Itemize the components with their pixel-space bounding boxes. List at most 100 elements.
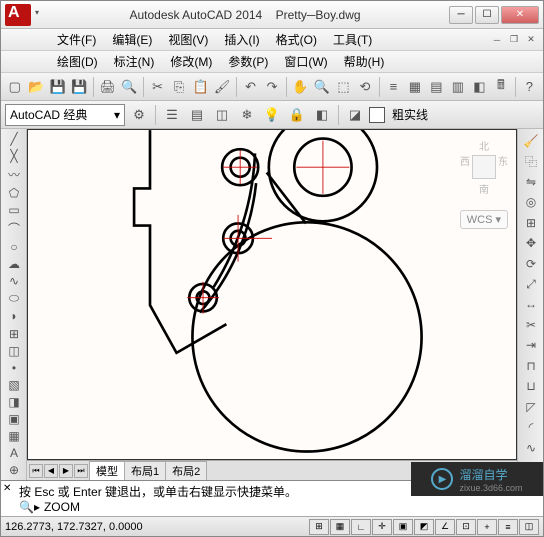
grid-icon[interactable]: ▦ [330,519,350,535]
command-line[interactable]: ✕ 按 Esc 或 Enter 键退出，或单击右键显示快捷菜单。 🔍▸ ZOOM… [1,480,543,516]
line-icon[interactable]: ╱ [3,131,25,147]
snap-icon[interactable]: ⊞ [309,519,329,535]
gradient-icon[interactable]: ◨ [3,394,25,410]
array-icon[interactable]: ⊞ [520,213,542,232]
layer-match-icon[interactable]: ◧ [311,104,333,126]
tab-first-icon[interactable]: ⏮ [29,464,43,478]
table-icon[interactable]: ▦ [3,428,25,444]
spline-icon[interactable]: ∿ [3,273,25,289]
wcs-indicator[interactable]: WCS ▾ [460,210,508,229]
scale-icon[interactable]: ⤢ [520,274,542,293]
menu-tools[interactable]: 工具(T) [325,29,380,50]
toolpalette-icon[interactable]: ▤ [427,76,447,98]
minimize-button[interactable]: ─ [449,6,473,24]
layer-lock-icon[interactable]: 🔒 [286,104,308,126]
paste-icon[interactable]: 📋 [191,76,211,98]
extend-icon[interactable]: ⇥ [520,336,542,355]
app-logo-icon[interactable] [5,4,31,26]
rectangle-icon[interactable]: ▭ [3,202,25,218]
cut-icon[interactable]: ✂ [148,76,168,98]
tab-layout1[interactable]: 布局1 [124,461,166,480]
saveas-icon[interactable]: 💾 [70,76,90,98]
save-icon[interactable]: 💾 [48,76,68,98]
3dosnap-icon[interactable]: ◩ [414,519,434,535]
preview-icon[interactable]: 🔍 [119,76,139,98]
calc-icon[interactable]: 🖩 [491,76,511,98]
arc-icon[interactable]: ⌒ [3,219,25,238]
menu-dimension[interactable]: 标注(N) [106,51,163,72]
tab-next-icon[interactable]: ▶ [59,464,73,478]
move-icon[interactable]: ✥ [520,233,542,252]
lwt-icon[interactable]: ≡ [498,519,518,535]
tab-prev-icon[interactable]: ◀ [44,464,58,478]
plot-icon[interactable]: 🖨 [98,76,118,98]
help-icon[interactable]: ? [520,76,540,98]
ducs-icon[interactable]: ⊡ [456,519,476,535]
layer-icon[interactable]: ☰ [161,104,183,126]
zoom-prev-icon[interactable]: ⟲ [355,76,375,98]
menu-window[interactable]: 窗口(W) [276,51,335,72]
rotate-icon[interactable]: ⟳ [520,254,542,273]
tab-last-icon[interactable]: ⏭ [74,464,88,478]
fillet-icon[interactable]: ◜ [520,418,542,437]
pan-icon[interactable]: ✋ [291,76,311,98]
chamfer-icon[interactable]: ◸ [520,397,542,416]
sheetset-icon[interactable]: ▥ [448,76,468,98]
tpy-icon[interactable]: ◫ [519,519,539,535]
osnap-icon[interactable]: ▣ [393,519,413,535]
blend-icon[interactable]: ∿ [520,438,542,457]
match-icon[interactable]: 🖌 [212,76,232,98]
menu-help[interactable]: 帮助(H) [336,51,393,72]
undo-icon[interactable]: ↶ [241,76,261,98]
menu-draw[interactable]: 绘图(D) [49,51,106,72]
dyn-icon[interactable]: + [477,519,497,535]
new-icon[interactable]: ▢ [5,76,25,98]
markup-icon[interactable]: ◧ [470,76,490,98]
join-icon[interactable]: ⊔ [520,377,542,396]
doc-restore-button[interactable]: ❐ [506,33,522,47]
region-icon[interactable]: ▣ [3,411,25,427]
menu-modify[interactable]: 修改(M) [162,51,220,72]
menu-insert[interactable]: 插入(I) [216,29,267,50]
ortho-icon[interactable]: ∟ [351,519,371,535]
erase-icon[interactable]: 🧹 [520,131,542,150]
offset-icon[interactable]: ◎ [520,192,542,211]
break-icon[interactable]: ⊓ [520,356,542,375]
command-input[interactable]: ZOOM [44,500,80,514]
hatch-icon[interactable]: ▧ [3,377,25,393]
ws-settings-icon[interactable]: ⚙ [128,104,150,126]
polar-icon[interactable]: ✛ [372,519,392,535]
insert-icon[interactable]: ⊞ [3,326,25,342]
menu-edit[interactable]: 编辑(E) [104,29,160,50]
layer-iso-icon[interactable]: ◫ [211,104,233,126]
trim-icon[interactable]: ✂ [520,315,542,334]
properties-icon[interactable]: ≡ [384,76,404,98]
layer-freeze-icon[interactable]: ❄ [236,104,258,126]
menu-parametric[interactable]: 参数(P) [220,51,276,72]
close-button[interactable]: ✕ [501,6,539,24]
ellipsearc-icon[interactable]: ◗ [3,308,25,324]
xline-icon[interactable]: ╳ [3,148,25,164]
stretch-icon[interactable]: ↔ [520,295,542,314]
block-icon[interactable]: ◫ [3,343,25,359]
mirror-icon[interactable]: ⇋ [520,172,542,191]
layer-off-icon[interactable]: 💡 [261,104,283,126]
menu-file[interactable]: 文件(F) [49,29,104,50]
copy-obj-icon[interactable]: ⿻ [520,151,542,170]
tab-model[interactable]: 模型 [89,461,125,480]
redo-icon[interactable]: ↷ [262,76,282,98]
zoom-window-icon[interactable]: ⬚ [334,76,354,98]
menu-view[interactable]: 视图(V) [160,29,216,50]
mtext-icon[interactable]: A [3,445,25,461]
color-bylayer-icon[interactable]: ◪ [344,104,366,126]
doc-close-button[interactable]: ✕ [523,33,539,47]
copy-icon[interactable]: ⎘ [169,76,189,98]
maximize-button[interactable]: ☐ [475,6,499,24]
linetype-combo[interactable]: 粗实线 [388,106,432,123]
point-icon[interactable]: • [3,360,25,376]
addselected-icon[interactable]: ⊕ [3,462,25,478]
polyline-icon[interactable]: 〰 [3,165,25,184]
circle-icon[interactable]: ○ [3,239,25,255]
viewcube[interactable]: 北 西东 南 [460,138,508,196]
ellipse-icon[interactable]: ⬭ [3,290,25,307]
